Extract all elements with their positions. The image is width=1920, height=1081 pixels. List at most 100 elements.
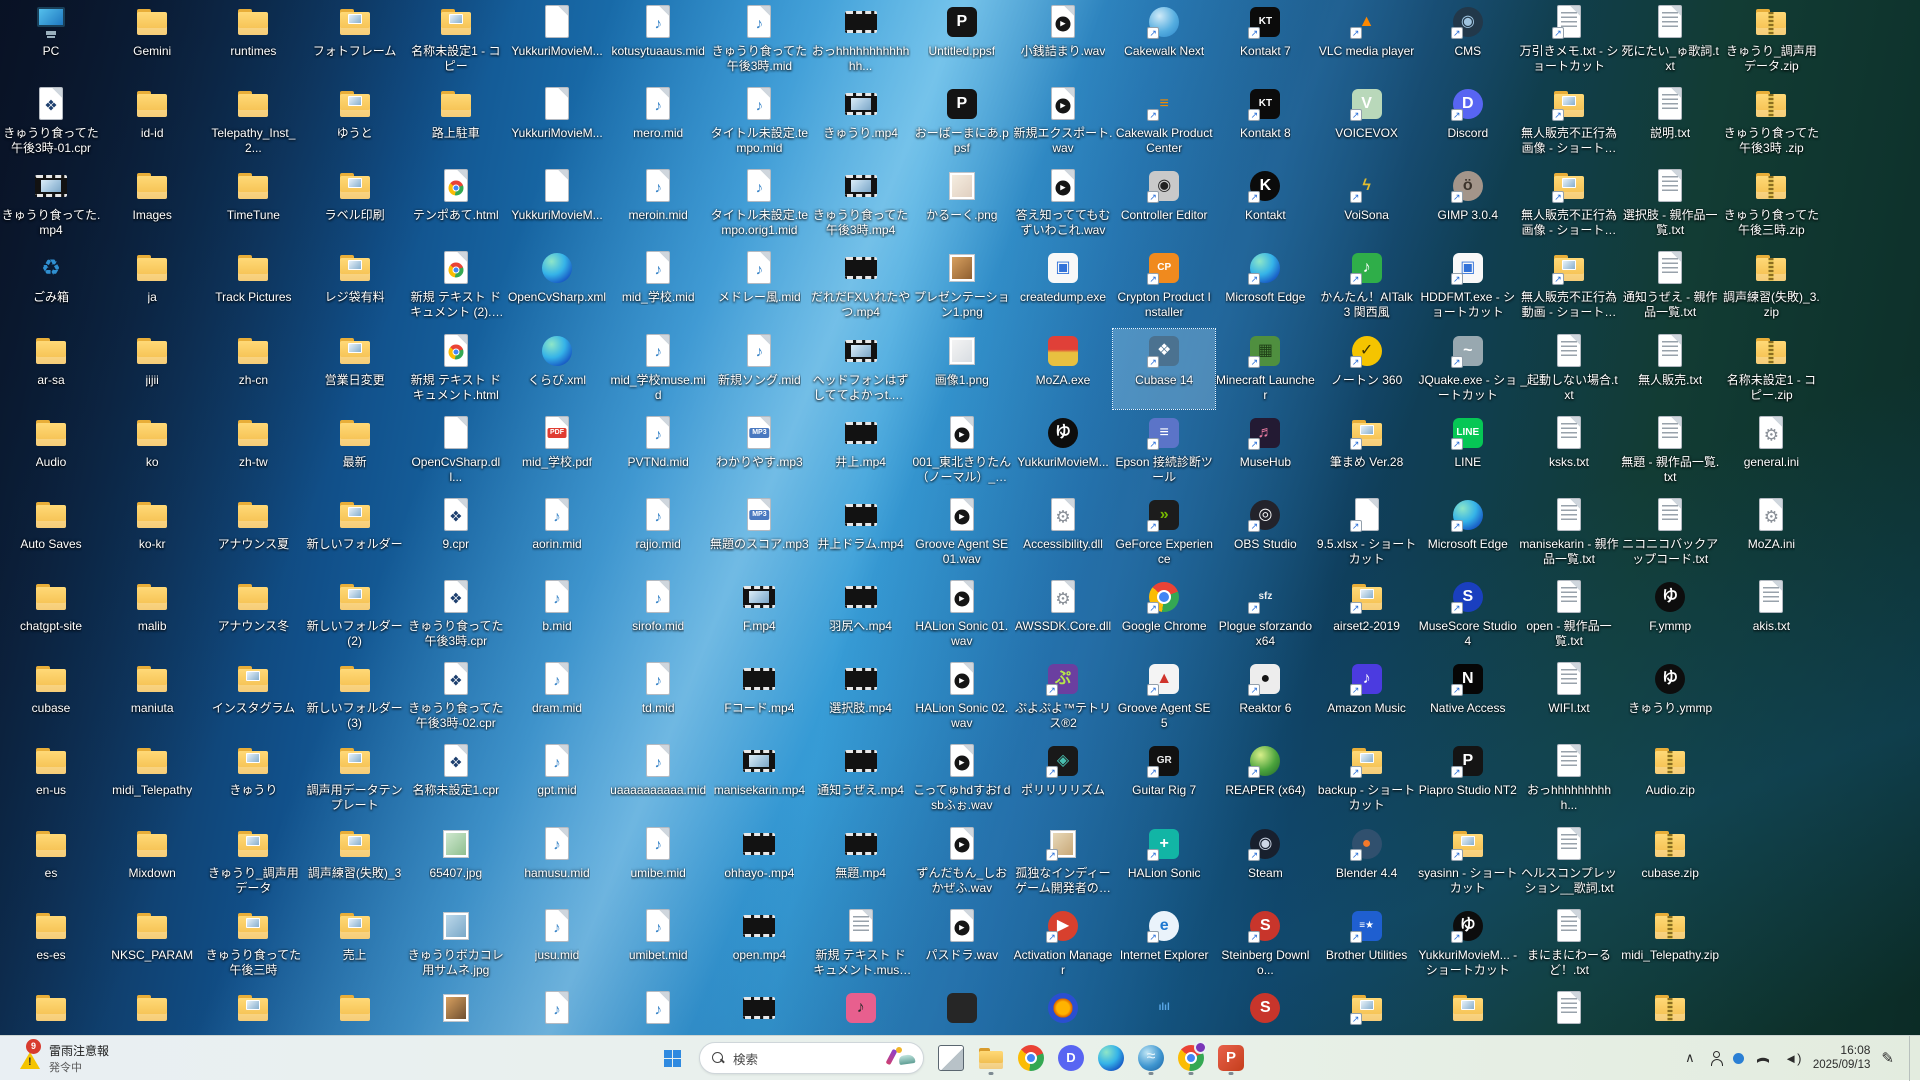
desktop-icon[interactable]: OpenCvSharp.dll...	[405, 411, 507, 491]
desktop-icon[interactable]: ♪umibe.mid	[607, 822, 709, 902]
desktop-icon[interactable]: Microsoft Edge	[1417, 493, 1519, 573]
desktop-icon[interactable]: ▶新規エクスポート.wav	[1012, 82, 1114, 162]
desktop-icon[interactable]: 通知うぜえ - 親作品一覧.txt	[1619, 246, 1721, 326]
desktop-icon[interactable]: open.mp4	[708, 904, 810, 984]
desktop-icon[interactable]: cubase.zip	[1619, 822, 1721, 902]
desktop-icon[interactable]: 新しいフォルダー (3)	[304, 657, 406, 737]
pinned-app-discord[interactable]	[1054, 1039, 1088, 1077]
desktop-icon[interactable]: ゆうと	[304, 82, 406, 162]
desktop-icon[interactable]: 9.5.xlsx - ショートカット	[1316, 493, 1418, 573]
desktop-icon[interactable]: ♪b.mid	[506, 575, 608, 655]
desktop-icon[interactable]: midi_Telepathy.zip	[1619, 904, 1721, 984]
desktop-icon[interactable]: YukkuriMovieM...	[506, 0, 608, 80]
desktop-icon[interactable]: ♪タイトル未設定.tempo.orig1.mid	[708, 164, 810, 244]
desktop-icon[interactable]	[304, 986, 406, 1035]
desktop-icon[interactable]: manisekarin - 親作品一覧.txt	[1518, 493, 1620, 573]
desktop-icon[interactable]: ko	[101, 411, 203, 491]
desktop-icon[interactable]: ラベル印刷	[304, 164, 406, 244]
desktop-icon[interactable]: cubase	[0, 657, 102, 737]
desktop-icon[interactable]: OpenCvSharp.xml	[506, 246, 608, 326]
desktop-icon[interactable]: 通知うぜえ.mp4	[810, 739, 912, 819]
desktop-icon[interactable]: 説明.txt	[1619, 82, 1721, 162]
desktop-icon[interactable]: ▣HDDFMT.exe - ショートカット	[1417, 246, 1519, 326]
tray-chevron-up-icon[interactable]: ∧	[1681, 1050, 1699, 1066]
desktop-icon[interactable]: ❖名称未設定1.cpr	[405, 739, 507, 819]
desktop-icon[interactable]: 無人販売不正行為 画像 - ショートカット	[1518, 164, 1620, 244]
desktop-icon[interactable]: PC	[0, 0, 102, 80]
desktop-icon[interactable]: 孤独なインディーゲーム開発者の一生 ...	[1012, 822, 1114, 902]
desktop-icon[interactable]	[911, 986, 1013, 1035]
desktop-icon[interactable]: es	[0, 822, 102, 902]
desktop-icon[interactable]: manisekarin.mp4	[708, 739, 810, 819]
desktop-icon[interactable]: 新規 テキスト ドキュメント.html	[405, 329, 507, 409]
desktop-icon[interactable]: Gemini	[101, 0, 203, 80]
desktop-icon[interactable]: ▲Groove Agent SE 5	[1113, 657, 1215, 737]
desktop-icon[interactable]: +HALion Sonic	[1113, 822, 1215, 902]
desktop-icon[interactable]: まにまにわーるど！.txt	[1518, 904, 1620, 984]
desktop-icon[interactable]: ▶HALion Sonic 01.wav	[911, 575, 1013, 655]
desktop-icon[interactable]: SMuseScore Studio 4	[1417, 575, 1519, 655]
desktop-icon[interactable]: ゆきゅうり.ymmp	[1619, 657, 1721, 737]
desktop-icon[interactable]: ♪meroin.mid	[607, 164, 709, 244]
desktop-icon[interactable]: PUntitled.ppsf	[911, 0, 1013, 80]
desktop-icon[interactable]: ♪	[607, 986, 709, 1035]
desktop-icon[interactable]: ♪新規ソング.mid	[708, 329, 810, 409]
desktop-icon[interactable]: Mixdown	[101, 822, 203, 902]
desktop-icon[interactable]: 新規 テキスト ドキュメント (2).html	[405, 246, 507, 326]
desktop-icon[interactable]: CPCrypton Product Installer	[1113, 246, 1215, 326]
desktop-icon[interactable]: TimeTune	[202, 164, 304, 244]
desktop-icon[interactable]: 選択肢 - 親作品一覧.txt	[1619, 164, 1721, 244]
desktop-icon[interactable]: Images	[101, 164, 203, 244]
desktop-icon[interactable]: 羽尻へ.mp4	[810, 575, 912, 655]
desktop-icon[interactable]: かるーく.png	[911, 164, 1013, 244]
desktop-icon[interactable]: 選択肢.mp4	[810, 657, 912, 737]
desktop-icon[interactable]: ゆF.ymmp	[1619, 575, 1721, 655]
desktop-icon[interactable]: きゅうり食ってた午後3時 .zip	[1720, 82, 1822, 162]
tray-person-icon[interactable]	[1710, 1051, 1722, 1066]
desktop-icon[interactable]: ◉Controller Editor	[1113, 164, 1215, 244]
desktop-icon[interactable]: ♪uaaaaaaaaaa.mid	[607, 739, 709, 819]
desktop-icon[interactable]: zh-cn	[202, 329, 304, 409]
desktop-icon[interactable]: 新しいフォルダー	[304, 493, 406, 573]
desktop-icon[interactable]: ▲VLC media player	[1316, 0, 1418, 80]
desktop-icon[interactable]: ❖9.cpr	[405, 493, 507, 573]
start-button[interactable]	[655, 1041, 689, 1075]
pinned-app-google-chrome[interactable]	[1014, 1039, 1048, 1077]
pinned-app-file-explorer[interactable]	[974, 1039, 1008, 1077]
desktop-icon[interactable]: 井上.mp4	[810, 411, 912, 491]
desktop-icon[interactable]: F.mp4	[708, 575, 810, 655]
desktop-icon[interactable]: ♪きゅうり食ってた午後3時.mid	[708, 0, 810, 80]
desktop-icon[interactable]	[1316, 986, 1418, 1035]
desktop-icon[interactable]: runtimes	[202, 0, 304, 80]
desktop-icon[interactable]: ar-sa	[0, 329, 102, 409]
desktop-icon[interactable]: 無人販売不正行為 画像 - ショートカッ...	[1518, 82, 1620, 162]
desktop-icon[interactable]: テンポあて.html	[405, 164, 507, 244]
desktop-icon[interactable]: ♪mid_学校.mid	[607, 246, 709, 326]
desktop-icon[interactable]: ♪hamusu.mid	[506, 822, 608, 902]
desktop-icon[interactable]: open - 親作品一覧.txt	[1518, 575, 1620, 655]
pinned-app-task-view[interactable]	[934, 1039, 968, 1077]
desktop-icon[interactable]: 路上駐車	[405, 82, 507, 162]
tray-bluetooth-icon[interactable]	[1733, 1053, 1744, 1064]
desktop-icon[interactable]: ▶小銭詰まり.wav	[1012, 0, 1114, 80]
desktop-icon[interactable]: 名称未設定1 - コピー.zip	[1720, 329, 1822, 409]
desktop-icon[interactable]: ▦Minecraft Launcher	[1214, 329, 1316, 409]
desktop-icon[interactable]: eInternet Explorer	[1113, 904, 1215, 984]
weather-widget[interactable]: 9 雷雨注意報 発令中	[10, 1039, 117, 1078]
desktop-icon[interactable]: ♪Amazon Music	[1316, 657, 1418, 737]
desktop-icon[interactable]: きゅうり食ってた午後三時	[202, 904, 304, 984]
desktop-icon[interactable]: ♪メドレー風.mid	[708, 246, 810, 326]
desktop-icon[interactable]: YukkuriMovieM...	[506, 82, 608, 162]
desktop-icon[interactable]: きゅうりボカコレ用サムネ.jpg	[405, 904, 507, 984]
desktop-icon[interactable]: backup - ショートカット	[1316, 739, 1418, 819]
desktop-icon[interactable]: 売上	[304, 904, 406, 984]
desktop-icon[interactable]: おっhhhhhhhhhhhhh...	[810, 0, 912, 80]
desktop-icon[interactable]: ▶ずんだもん_しおかぜふ.wav	[911, 822, 1013, 902]
desktop-icon[interactable]: ♪rajio.mid	[607, 493, 709, 573]
desktop-icon[interactable]: 調声練習(失敗)_3.zip	[1720, 246, 1822, 326]
desktop-icon[interactable]: ▶答え知っててもむずいわこれ.wav	[1012, 164, 1114, 244]
desktop-icon[interactable]: ヘルスコンプレッション__歌詞.txt	[1518, 822, 1620, 902]
desktop-icon[interactable]: 画像1.png	[911, 329, 1013, 409]
desktop-icon[interactable]: ≡Cakewalk Product Center	[1113, 82, 1215, 162]
desktop-icon[interactable]: ❖きゅうり食ってた午後3時-01.cpr	[0, 82, 102, 162]
